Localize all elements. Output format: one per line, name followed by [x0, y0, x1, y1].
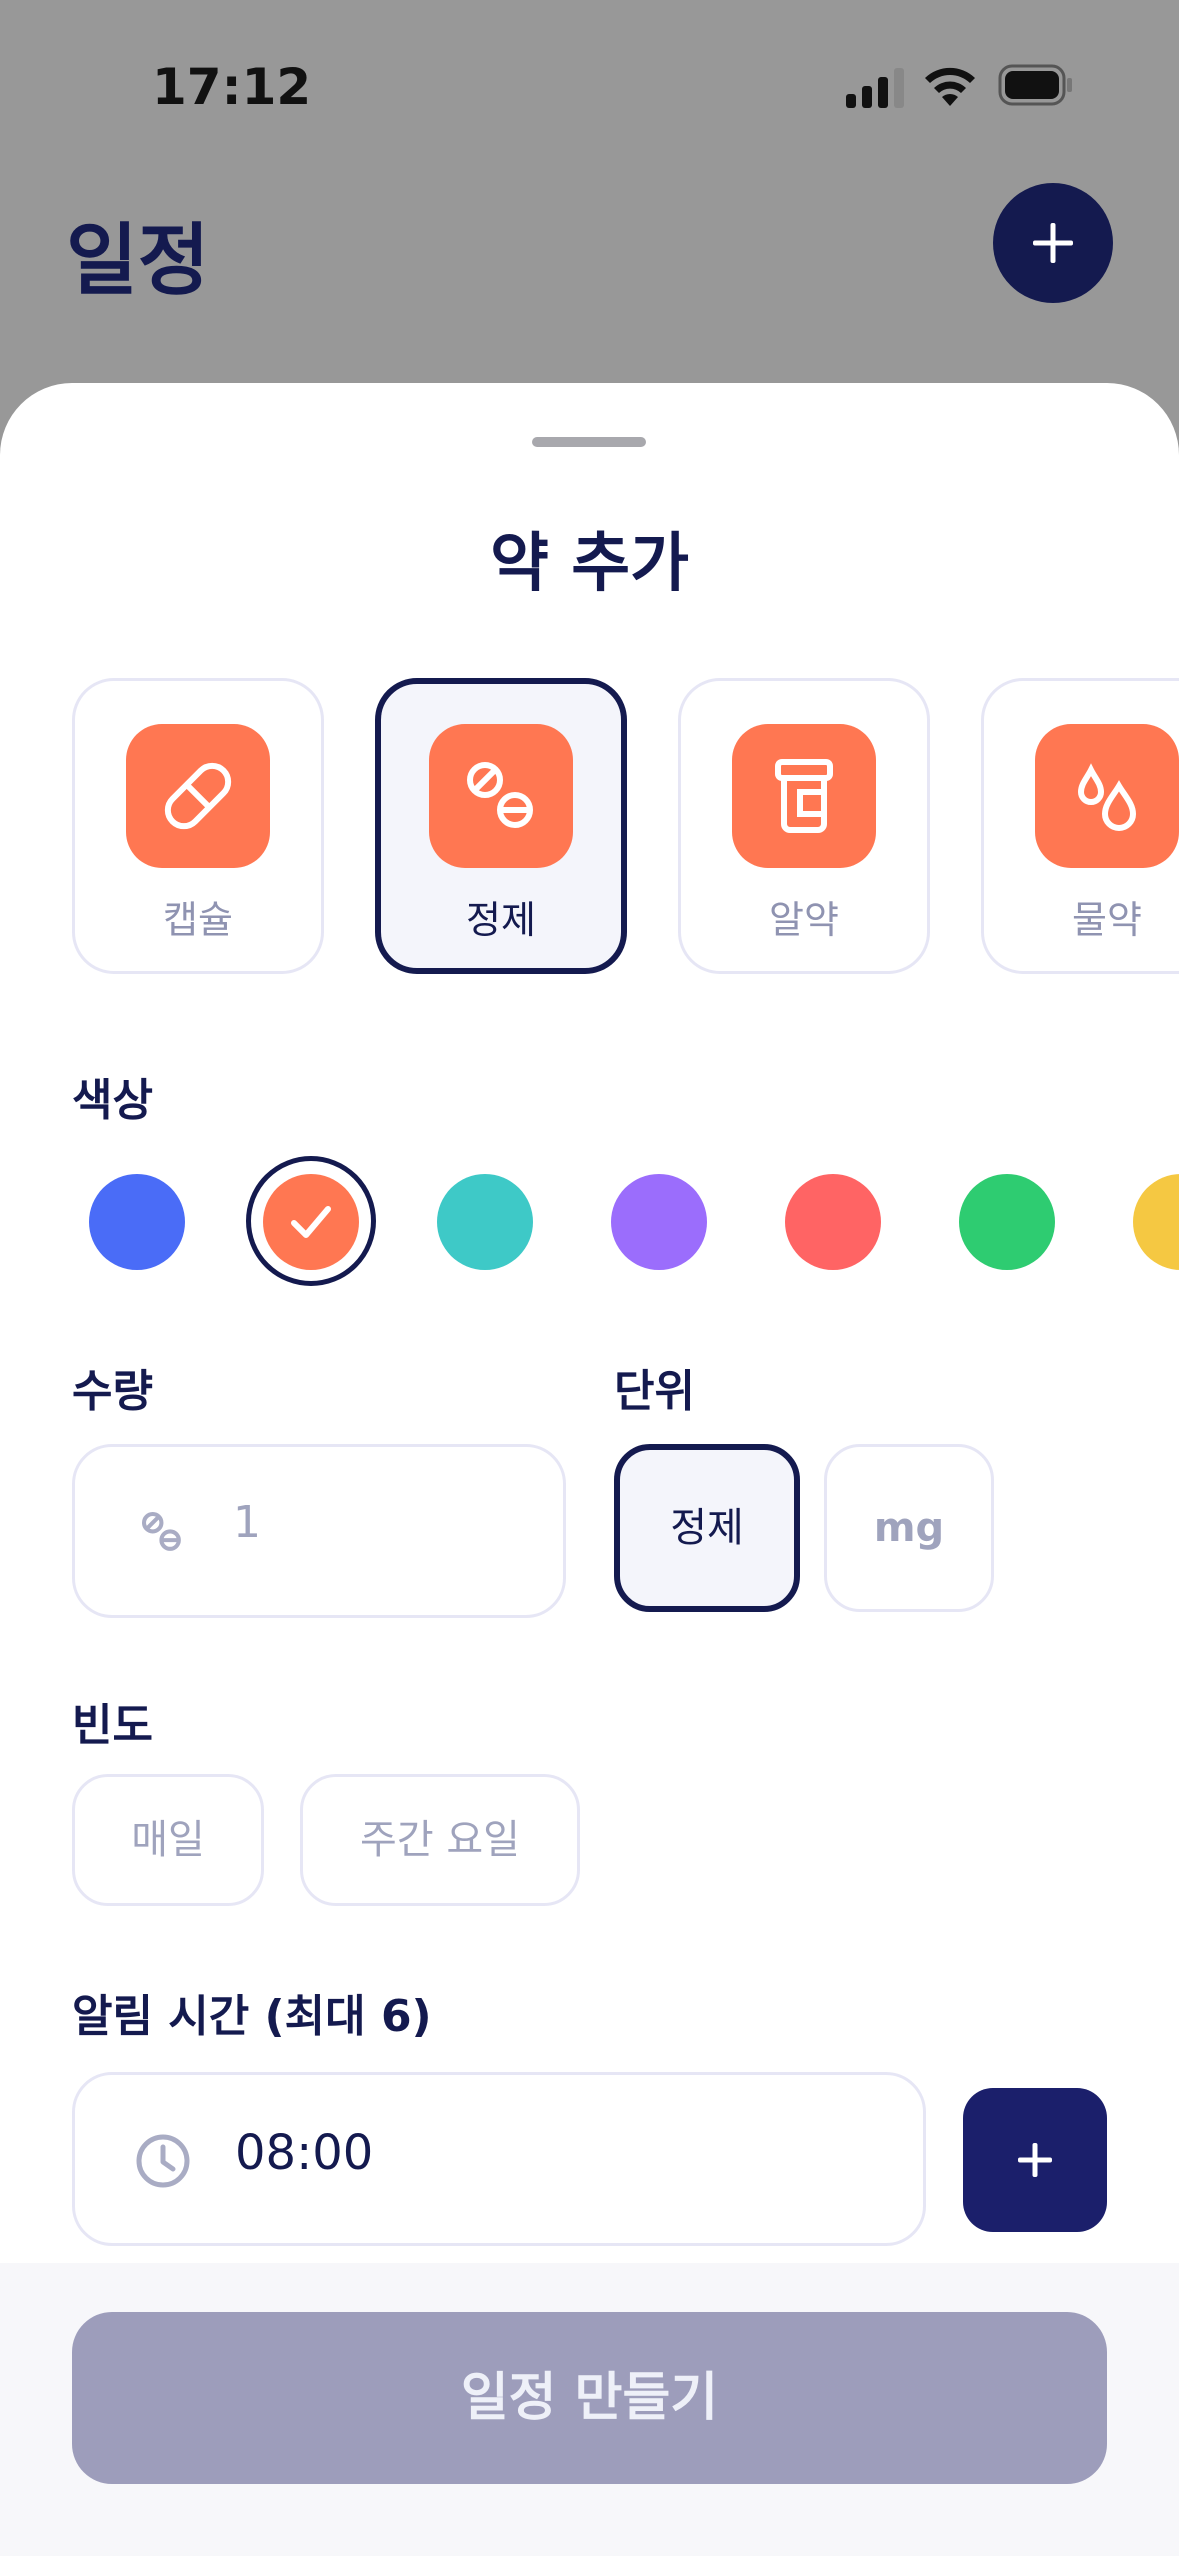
checkmark-icon: [291, 1206, 331, 1238]
cellular-signal-icon: [846, 66, 904, 108]
alarm-time-label: 알림 시간 (최대 6): [72, 1991, 432, 2042]
wifi-icon: [925, 67, 975, 106]
color-swatch-red[interactable]: [785, 1174, 881, 1270]
color-swatch-teal[interactable]: [437, 1174, 533, 1270]
color-label: 색상: [72, 1075, 153, 1126]
create-schedule-button[interactable]: 일정 만들기: [72, 2312, 1107, 2484]
alarm-time-value: 08:00: [235, 2125, 374, 2181]
liquid-drops-icon: [1077, 763, 1137, 831]
type-card-capsule[interactable]: 캡슐: [72, 678, 324, 974]
pill-bottle-icon: [775, 759, 833, 833]
quantity-label: 수량: [72, 1366, 153, 1417]
frequency-daily[interactable]: 매일: [72, 1774, 264, 1906]
color-swatch-purple[interactable]: [611, 1174, 707, 1270]
unit-label: 단위: [614, 1366, 695, 1417]
tablet-icon: [141, 1511, 181, 1551]
unit-option-tablet[interactable]: 정제: [614, 1444, 800, 1612]
tablet-icon: [467, 762, 533, 828]
unit-option-mg[interactable]: mg: [824, 1444, 994, 1612]
alarm-time-field[interactable]: 08:00: [72, 2072, 926, 2246]
color-swatch-orange[interactable]: [263, 1174, 359, 1270]
type-label: 알약: [769, 898, 839, 942]
type-card-pill[interactable]: 알약: [678, 678, 930, 974]
color-swatch-blue[interactable]: [89, 1174, 185, 1270]
type-card-tablet[interactable]: 정제: [375, 678, 627, 974]
type-label: 정제: [466, 898, 536, 942]
frequency-label: 빈도: [72, 1700, 153, 1751]
add-schedule-button[interactable]: [993, 183, 1113, 303]
clock-icon: [136, 2134, 190, 2188]
frequency-weekly-days[interactable]: 주간 요일: [300, 1774, 580, 1906]
capsule-icon: [164, 762, 232, 830]
type-label: 물약: [1072, 898, 1142, 942]
status-time: 17:12: [152, 58, 312, 116]
type-label: 캡슐: [163, 898, 233, 942]
sheet-title: 약 추가: [490, 527, 689, 601]
color-swatch-green[interactable]: [959, 1174, 1055, 1270]
add-alarm-time-button[interactable]: [963, 2088, 1107, 2232]
battery-icon: [998, 64, 1072, 106]
sheet-drag-handle[interactable]: [532, 437, 646, 447]
page-title: 일정: [66, 216, 210, 306]
quantity-input[interactable]: 1: [72, 1444, 566, 1618]
type-card-liquid[interactable]: 물약: [981, 678, 1179, 974]
quantity-value: 1: [233, 1497, 261, 1548]
